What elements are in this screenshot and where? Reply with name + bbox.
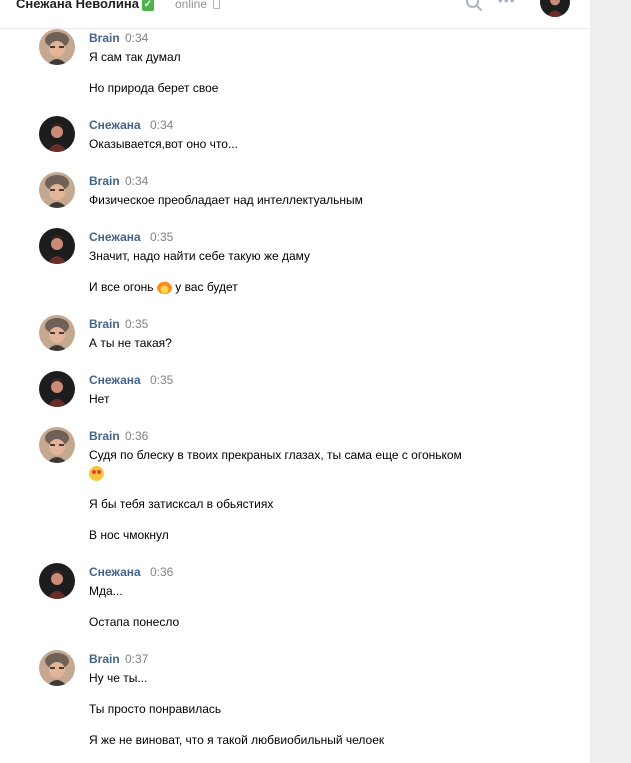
contact-name-text: Снежана Неволина bbox=[16, 0, 139, 11]
message-time[interactable]: 0:37 bbox=[125, 652, 148, 666]
message-text: Физическое преобладает над интеллектуаль… bbox=[89, 193, 363, 207]
message-time[interactable]: 0:35 bbox=[150, 373, 173, 387]
avatar-brain[interactable] bbox=[39, 29, 75, 65]
chat-header: Снежана Неволина ✓ online ••• bbox=[0, 0, 590, 29]
message-text: Я же не виноват, что я такой любвиобильн… bbox=[89, 733, 385, 747]
message-text: Остапа понесло bbox=[89, 615, 180, 629]
message-time[interactable]: 0:36 bbox=[150, 565, 173, 579]
message-author[interactable]: Brain bbox=[89, 429, 120, 443]
avatar-snezhana[interactable] bbox=[39, 371, 75, 407]
message-text: Ты просто понравилась bbox=[89, 702, 222, 716]
more-dots-icon[interactable]: ••• bbox=[498, 0, 516, 8]
message-time[interactable]: 0:35 bbox=[150, 230, 173, 244]
message-time[interactable]: 0:34 bbox=[125, 174, 148, 188]
message-text: Нет bbox=[89, 392, 110, 406]
message-text: Я бы тебя затисксал в обьястиях bbox=[89, 497, 274, 511]
avatar-brain[interactable] bbox=[39, 427, 75, 463]
contact-name[interactable]: Снежана Неволина ✓ bbox=[16, 0, 154, 11]
online-status: online bbox=[175, 0, 221, 11]
avatar-brain[interactable] bbox=[39, 650, 75, 686]
message-time[interactable]: 0:34 bbox=[150, 118, 173, 132]
message-author[interactable]: Brain bbox=[89, 31, 120, 45]
message-text: Я сам так думал bbox=[89, 50, 181, 64]
message-author[interactable]: Brain bbox=[89, 652, 120, 666]
message-time[interactable]: 0:36 bbox=[125, 429, 148, 443]
heart-eyes-emoji-icon bbox=[89, 466, 104, 481]
message-author[interactable]: Brain bbox=[89, 174, 120, 188]
avatar-snezhana[interactable] bbox=[39, 228, 75, 264]
message-author[interactable]: Снежана bbox=[89, 118, 141, 132]
avatar-brain[interactable] bbox=[39, 172, 75, 208]
fire-emoji-icon bbox=[156, 279, 172, 294]
message-text: Оказывается,вот оно что... bbox=[89, 137, 238, 151]
message-author[interactable]: Снежана bbox=[89, 373, 141, 387]
mobile-phone-icon bbox=[213, 0, 221, 9]
header-avatar[interactable] bbox=[540, 0, 570, 17]
message-time[interactable]: 0:34 bbox=[125, 31, 148, 45]
message-text: Но природа берет свое bbox=[89, 81, 219, 95]
message-text: В нос чмокнул bbox=[89, 528, 169, 542]
avatar-snezhana[interactable] bbox=[39, 116, 75, 152]
message-text-part: у вас будет bbox=[175, 280, 238, 294]
avatar-snezhana[interactable] bbox=[39, 563, 75, 599]
online-status-text: online bbox=[175, 0, 208, 11]
right-sidebar-background bbox=[590, 0, 631, 763]
message-text: Мда... bbox=[89, 584, 123, 598]
message-text: Судя по блеску в твоих прекраных глазах,… bbox=[89, 448, 462, 462]
search-icon[interactable] bbox=[465, 0, 483, 17]
message-text-part: И все огонь bbox=[89, 280, 154, 294]
message-text: Значит, надо найти себе такую же даму bbox=[89, 249, 311, 263]
avatar-brain[interactable] bbox=[39, 315, 75, 351]
message-time[interactable]: 0:35 bbox=[125, 317, 148, 331]
message-text: А ты не такая? bbox=[89, 336, 172, 350]
message-author[interactable]: Brain bbox=[89, 317, 120, 331]
message-text: И все огонь у вас будет bbox=[89, 279, 238, 294]
message-author[interactable]: Снежана bbox=[89, 230, 141, 244]
check-badge-icon: ✓ bbox=[142, 0, 154, 11]
message-text: Ну че ты... bbox=[89, 671, 148, 685]
message-author[interactable]: Снежана bbox=[89, 565, 141, 579]
